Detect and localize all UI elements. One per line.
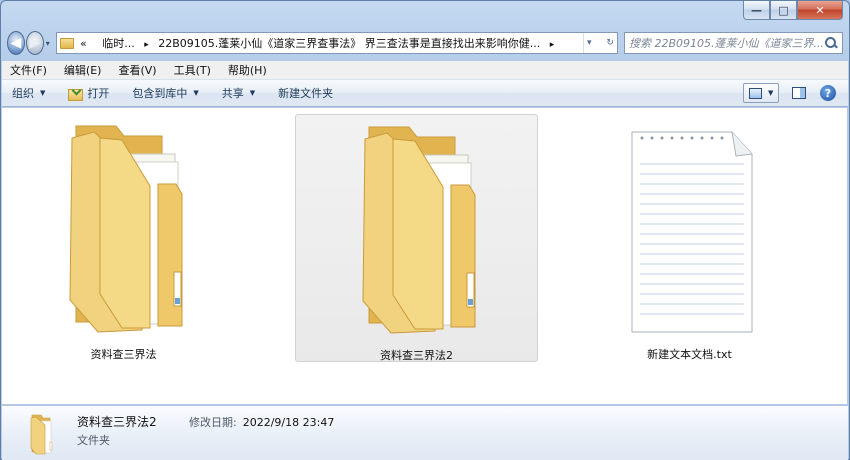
- search-icon[interactable]: [824, 36, 838, 50]
- details-pane: 资料查三界法2 修改日期: 2022/9/18 23:47 文件夹: [2, 405, 848, 460]
- details-modified: 修改日期: 2022/9/18 23:47: [189, 414, 334, 430]
- breadcrumb: « 临时... ▸ 22B09105.蓬莱小仙《道家三界查事法》 界三查法事是直…: [80, 35, 583, 51]
- preview-pane-icon[interactable]: [792, 87, 806, 99]
- menu-bar: 文件(F) 编辑(E) 查看(V) 工具(T) 帮助(H): [2, 61, 848, 80]
- large-icons-view-icon: [749, 87, 762, 99]
- minimize-button[interactable]: —: [743, 1, 770, 20]
- file-item-folder-selected[interactable]: 资料查三界法2: [295, 114, 538, 362]
- chevron-right-icon[interactable]: ▸: [550, 40, 555, 50]
- maximize-icon: □: [778, 3, 789, 17]
- menu-file[interactable]: 文件(F): [10, 62, 47, 78]
- forward-arrow-icon: ▶: [29, 35, 41, 51]
- new-folder-label: 新建文件夹: [278, 87, 334, 100]
- help-icon[interactable]: ?: [820, 85, 836, 101]
- open-label: 打开: [87, 87, 110, 100]
- recent-pages-dropdown[interactable]: ▾: [46, 39, 53, 48]
- search-box[interactable]: 搜索 22B09105.蓬莱小仙《道家三界...: [623, 32, 843, 54]
- maximize-button[interactable]: □: [770, 1, 797, 20]
- chevron-right-icon[interactable]: ▸: [144, 40, 149, 50]
- menu-tools[interactable]: 工具(T): [174, 62, 211, 78]
- item-label: 新建文本文档.txt: [647, 348, 732, 361]
- caption-buttons: — □ ✕: [743, 1, 843, 20]
- folder-icon: [30, 414, 53, 455]
- view-controls: ▼ ?: [743, 83, 836, 103]
- close-button[interactable]: ✕: [797, 1, 843, 20]
- breadcrumb-item-temp[interactable]: 临时...: [102, 37, 135, 50]
- folder-icon: [68, 125, 182, 333]
- text-document-icon: [631, 131, 752, 333]
- minimize-icon: —: [751, 3, 762, 17]
- details-modified-label: 修改日期:: [189, 416, 237, 429]
- dropdown-arrow-icon: ▼: [249, 89, 256, 97]
- organize-label: 组织: [12, 87, 34, 100]
- include-in-library-label: 包含到库中: [132, 87, 188, 100]
- folder-icon: [59, 37, 74, 49]
- breadcrumb-item-current[interactable]: 22B09105.蓬莱小仙《道家三界查事法》 界三查法事是直接找出来影响你健..…: [158, 37, 540, 50]
- chevron-down-icon: ▾: [45, 38, 50, 48]
- menu-view[interactable]: 查看(V): [118, 62, 156, 78]
- breadcrumb-overflow[interactable]: «: [80, 37, 87, 50]
- menu-edit[interactable]: 编辑(E): [64, 62, 102, 78]
- item-label: 资料查三界法: [90, 348, 157, 361]
- change-view-button[interactable]: ▼: [743, 83, 779, 103]
- search-input[interactable]: 搜索 22B09105.蓬莱小仙《道家三界...: [629, 35, 824, 51]
- close-icon: ✕: [815, 3, 825, 17]
- explorer-window: — □ ✕ ◀ ▶ ▾ « 临时... ▸ 22B09105.蓬莱小仙《道家三界…: [0, 0, 850, 460]
- share-label: 共享: [221, 87, 244, 100]
- file-item-text[interactable]: 新建文本文档.txt: [568, 114, 811, 362]
- new-folder-button[interactable]: 新建文件夹: [278, 85, 333, 101]
- menu-help[interactable]: 帮助(H): [228, 62, 267, 78]
- back-arrow-icon: ◀: [10, 35, 22, 51]
- refresh-icon[interactable]: ↻: [606, 38, 614, 48]
- address-controls: ▾ ↻: [582, 33, 617, 53]
- item-label: 资料查三界法2: [380, 349, 453, 362]
- open-folder-icon: [68, 87, 84, 101]
- window-edge: [847, 108, 849, 404]
- share-button[interactable]: 共享 ▼: [222, 85, 255, 101]
- folder-icon: [361, 126, 475, 334]
- navigation-bar: ◀ ▶ ▾ « 临时... ▸ 22B09105.蓬莱小仙《道家三界查事法》 界…: [7, 29, 843, 57]
- details-modified-value: 2022/9/18 23:47: [242, 416, 335, 429]
- file-list: 资料查三界法 资料查三界法2 新建文本文档.txt: [2, 108, 848, 404]
- forward-button[interactable]: ▶: [25, 31, 44, 55]
- dropdown-arrow-icon: ▼: [193, 89, 199, 97]
- back-button[interactable]: ◀: [7, 31, 25, 55]
- include-in-library-button[interactable]: 包含到库中 ▼: [132, 85, 198, 101]
- dropdown-arrow-icon: ▼: [768, 89, 774, 97]
- file-item-folder[interactable]: 资料查三界法: [2, 114, 245, 362]
- details-item-name: 资料查三界法2: [77, 415, 157, 429]
- dropdown-arrow-icon: ▼: [40, 89, 46, 97]
- address-dropdown-icon[interactable]: ▾: [587, 38, 592, 48]
- address-bar[interactable]: « 临时... ▸ 22B09105.蓬莱小仙《道家三界查事法》 界三查法事是直…: [55, 32, 618, 54]
- organize-button[interactable]: 组织 ▼: [12, 85, 45, 101]
- command-bar: 组织 ▼ 打开 包含到库中 ▼ 共享 ▼ 新建文件夹 ▼ ?: [2, 80, 848, 107]
- details-item-type: 文件夹: [77, 434, 110, 447]
- open-button[interactable]: 打开: [68, 85, 109, 101]
